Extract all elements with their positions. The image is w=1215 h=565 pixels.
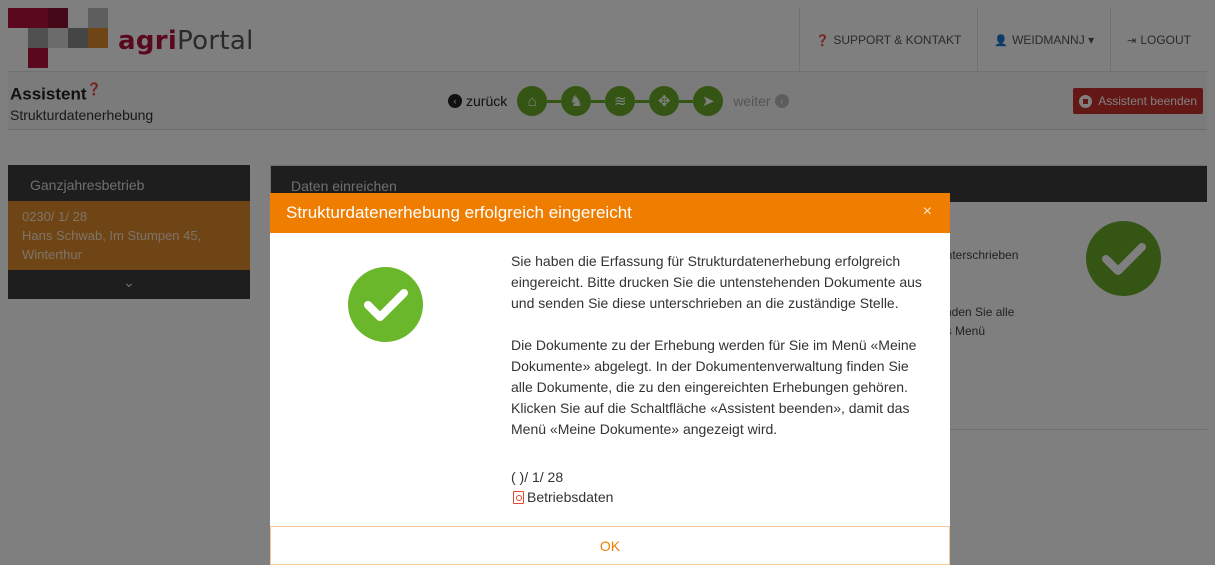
ok-button[interactable]: OK bbox=[270, 526, 950, 565]
dialog-message: Sie haben die Erfassung für Strukturdate… bbox=[511, 251, 931, 440]
dialog-header: Strukturdatenerhebung erfolgreich einger… bbox=[270, 193, 950, 233]
pdf-file-icon bbox=[513, 490, 524, 504]
success-dialog: Strukturdatenerhebung erfolgreich einger… bbox=[270, 193, 950, 565]
document-link-label: Betriebsdaten bbox=[527, 489, 614, 505]
document-farm-id: ( )/ 1/ 28 bbox=[511, 469, 564, 485]
dialog-paragraph-2: Die Dokumente zu der Erhebung werden für… bbox=[511, 337, 917, 437]
betriebsdaten-link[interactable]: Betriebsdaten bbox=[513, 489, 613, 505]
check-circle-icon bbox=[348, 267, 423, 342]
close-icon[interactable]: × bbox=[923, 203, 932, 221]
dialog-paragraph-1: Sie haben die Erfassung für Strukturdate… bbox=[511, 253, 922, 311]
dialog-title: Strukturdatenerhebung erfolgreich einger… bbox=[286, 203, 632, 222]
